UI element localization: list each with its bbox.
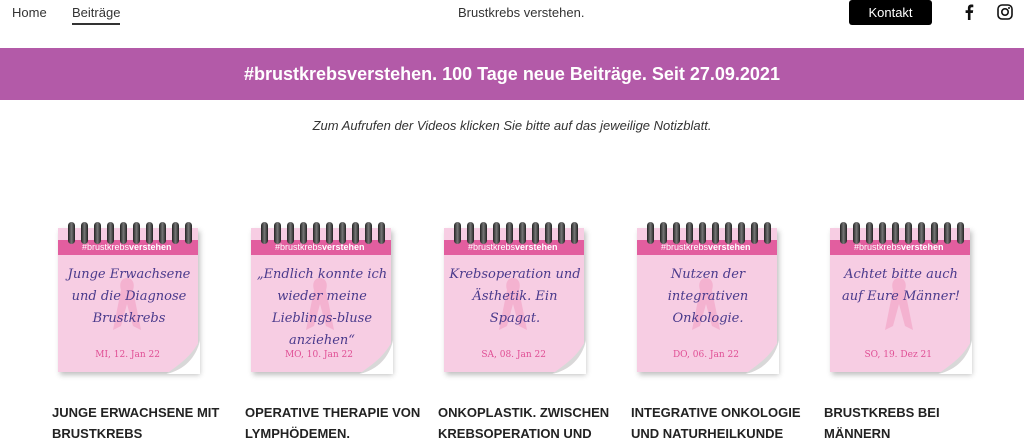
note-date: MO, 10. Jan 22 xyxy=(284,350,353,360)
note-date: SA, 08. Jan 22 xyxy=(481,350,546,360)
notepad-image[interactable]: #brustkrebsverstehen Krebsoperation und … xyxy=(438,222,586,374)
banner-text: #brustkrebsverstehen. 100 Tage neue Beit… xyxy=(244,63,780,84)
spiral-rings xyxy=(68,222,192,246)
facebook-icon[interactable] xyxy=(960,3,978,21)
top-navigation: Home Beiträge Brustkrebs verstehen. Kont… xyxy=(0,0,1024,48)
nav-home-link[interactable]: Home xyxy=(12,5,47,20)
post-card[interactable]: #brustkrebsverstehen „Endlich konnte ich… xyxy=(245,222,420,438)
intro-text: Zum Aufrufen der Videos klicken Sie bitt… xyxy=(312,118,712,133)
note-text: Junge Erwachsene und die Diagnose Brustk… xyxy=(67,267,191,326)
spiral-rings xyxy=(261,222,385,246)
note-date: SO, 19. Dez 21 xyxy=(864,350,932,360)
notepad-image[interactable]: #brustkrebsverstehen Achtet bitte auch a… xyxy=(824,222,972,374)
kontakt-button[interactable]: Kontakt xyxy=(849,0,932,25)
spiral-rings xyxy=(840,222,964,246)
instagram-icon[interactable] xyxy=(996,3,1014,21)
notepad-image[interactable]: #brustkrebsverstehen Nutzen der integrat… xyxy=(631,222,779,374)
post-card[interactable]: #brustkrebsverstehen Nutzen der integrat… xyxy=(631,222,801,438)
card-title[interactable]: OPERATIVE THERAPIE VON LYMPHÖDEMEN. xyxy=(245,402,425,438)
post-card[interactable]: #brustkrebsverstehen Achtet bitte auch a… xyxy=(824,222,972,438)
note-text: Nutzen der integrativen Onkologie. xyxy=(667,267,749,326)
note-text: Krebsoperation und Ästhetik. Ein Spagat. xyxy=(449,267,581,326)
page-curl xyxy=(166,340,200,374)
note-text: „Endlich konnte ich wieder meine Lieblin… xyxy=(256,267,388,348)
notepad-image[interactable]: #brustkrebsverstehen Junge Erwachsene un… xyxy=(52,222,200,374)
site-title[interactable]: Brustkrebs verstehen. xyxy=(458,5,584,20)
spiral-rings xyxy=(454,222,578,246)
notepad-image[interactable]: #brustkrebsverstehen „Endlich konnte ich… xyxy=(245,222,393,374)
spiral-rings xyxy=(647,222,771,246)
nav-beitraege-link[interactable]: Beiträge xyxy=(72,5,121,25)
note-date: MI, 12. Jan 22 xyxy=(95,350,160,360)
post-card[interactable]: #brustkrebsverstehen Junge Erwachsene un… xyxy=(52,222,219,438)
card-title[interactable]: ONKOPLASTIK. ZWISCHEN KREBSOPERATION UND xyxy=(438,402,618,438)
page-curl xyxy=(938,340,972,374)
page-curl xyxy=(552,340,586,374)
post-card[interactable]: #brustkrebsverstehen Krebsoperation und … xyxy=(438,222,609,438)
campaign-banner: #brustkrebsverstehen. 100 Tage neue Beit… xyxy=(0,48,1024,100)
note-text: Achtet bitte auch auf Eure Männer! xyxy=(842,267,960,304)
card-title[interactable]: BRUSTKREBS BEI MÄNNERN xyxy=(824,402,1004,438)
card-title[interactable]: INTEGRATIVE ONKOLOGIE UND NATURHEILKUNDE xyxy=(631,402,811,438)
page-curl xyxy=(745,340,779,374)
card-title[interactable]: JUNGE ERWACHSENE MIT BRUSTKREBS xyxy=(52,402,232,438)
page-curl xyxy=(359,340,393,374)
note-date: DO, 06. Jan 22 xyxy=(672,350,739,360)
